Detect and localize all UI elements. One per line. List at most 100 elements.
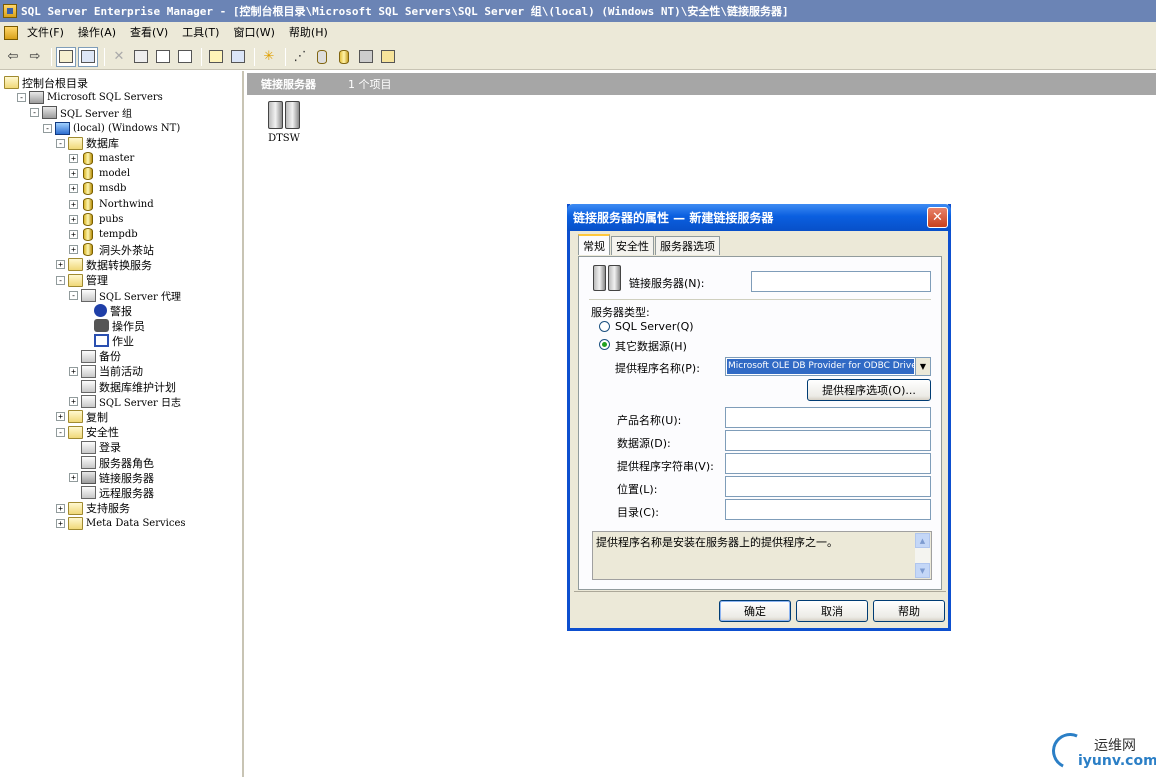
tree-item[interactable]: + 链接服务器 [69, 470, 154, 485]
tree-item[interactable]: + Northwind [69, 197, 154, 212]
expand-icon[interactable]: + [56, 518, 65, 528]
menu-view[interactable]: 查看(V) [123, 22, 175, 44]
tree-item[interactable]: - Microsoft SQL Servers [17, 90, 163, 105]
back-icon[interactable]: ⇦ [3, 47, 23, 67]
delete-icon[interactable]: ✕ [109, 47, 129, 67]
close-icon[interactable]: ✕ [927, 207, 948, 228]
tree-item[interactable]: - SQL Server 组 [30, 105, 132, 120]
help-icon[interactable] [206, 47, 226, 67]
expand-icon[interactable]: + [56, 412, 65, 422]
sql-server-radio[interactable] [599, 321, 610, 332]
collapse-icon[interactable]: - [56, 427, 65, 437]
wizard-icon[interactable]: ⋰ [290, 47, 310, 67]
tree-item-label: tempdb [99, 229, 138, 240]
show-tree-icon[interactable] [78, 46, 98, 67]
chevron-down-icon[interactable]: ▼ [915, 358, 930, 375]
tree-item[interactable]: + 数据转换服务 [56, 257, 152, 272]
tree-item[interactable]: + 复制 [56, 409, 108, 424]
menu-file[interactable]: 文件(F) [20, 22, 71, 44]
provider-string-input[interactable] [725, 453, 931, 474]
database-icon[interactable] [334, 47, 354, 67]
tree-item[interactable]: 操作员 [82, 318, 145, 333]
tab-general[interactable]: 常规 [578, 234, 610, 255]
other-datasource-radio[interactable] [599, 339, 610, 350]
product-name-input[interactable] [725, 407, 931, 428]
tab-security[interactable]: 安全性 [611, 236, 654, 255]
menu-help[interactable]: 帮助(H) [282, 22, 335, 44]
location-input[interactable] [725, 476, 931, 497]
help-button[interactable]: 帮助 [873, 600, 945, 622]
refresh-icon[interactable] [153, 47, 173, 67]
tree-item[interactable]: - (local) (Windows NT) [43, 121, 180, 136]
collapse-icon[interactable]: - [30, 108, 39, 118]
linked-server-item[interactable]: DTSW [262, 101, 306, 144]
cancel-button[interactable]: 取消 [796, 600, 868, 622]
tree-item[interactable]: + 当前活动 [69, 364, 143, 379]
tree-item[interactable]: 备份 [69, 349, 121, 364]
tree-item[interactable]: - 数据库 [56, 136, 119, 151]
catalog-input[interactable] [725, 499, 931, 520]
linked-server-input[interactable] [751, 271, 931, 292]
ok-button[interactable]: 确定 [719, 600, 791, 622]
expand-icon[interactable]: + [69, 184, 78, 194]
expand-icon[interactable]: + [56, 503, 65, 513]
tree-item[interactable]: 远程服务器 [69, 485, 154, 500]
tree-item[interactable]: 控制台根目录 [4, 75, 88, 90]
sql-server-radio-label[interactable]: SQL Server(Q) [615, 320, 694, 333]
tab-server-options[interactable]: 服务器选项 [655, 236, 720, 255]
collapse-icon[interactable]: - [69, 290, 78, 300]
tree-item[interactable]: - SQL Server 代理 [69, 288, 181, 303]
menu-tools[interactable]: 工具(T) [175, 22, 226, 44]
console-icon[interactable] [228, 47, 248, 67]
server-icon[interactable] [356, 47, 376, 67]
expand-icon[interactable]: + [69, 199, 78, 209]
expand-icon[interactable]: + [69, 366, 78, 376]
expand-icon[interactable]: + [69, 473, 78, 483]
expand-icon[interactable]: + [69, 230, 78, 239]
query-icon[interactable] [312, 47, 332, 67]
tree-item[interactable]: + master [69, 151, 134, 166]
tree-item[interactable]: + 支持服务 [56, 501, 130, 516]
tree-item[interactable]: + msdb [69, 181, 126, 196]
tree-item[interactable]: 警报 [82, 303, 132, 318]
description-scrollbar[interactable]: ▲ ▼ [915, 533, 930, 578]
collapse-icon[interactable]: - [56, 275, 65, 285]
expand-icon[interactable]: + [69, 154, 78, 163]
new-icon[interactable]: ✳ [259, 47, 279, 67]
dialog-title-bar[interactable]: 链接服务器的属性 — 新建链接服务器 ✕ [567, 204, 951, 231]
tree-item[interactable]: + tempdb [69, 227, 138, 242]
expand-icon[interactable]: + [69, 397, 78, 407]
collapse-icon[interactable]: - [43, 123, 52, 133]
provider-name-select[interactable]: Microsoft OLE DB Provider for ODBC Drive… [725, 357, 931, 376]
expand-icon[interactable]: + [69, 169, 78, 179]
expand-icon[interactable]: + [69, 214, 78, 224]
menu-action[interactable]: 操作(A) [71, 22, 123, 44]
scroll-down-icon[interactable]: ▼ [915, 563, 930, 578]
scroll-up-icon[interactable]: ▲ [915, 533, 930, 548]
data-source-input[interactable] [725, 430, 931, 451]
expand-icon[interactable]: + [56, 260, 65, 270]
console-menu-icon[interactable] [4, 26, 18, 40]
forward-icon[interactable]: ⇨ [25, 47, 45, 67]
tree-item[interactable]: - 管理 [56, 273, 108, 288]
tree-item[interactable]: + 洞头外茶站 [69, 242, 154, 257]
tree-item[interactable]: - 安全性 [56, 425, 119, 440]
tree-item[interactable]: 登录 [69, 440, 121, 455]
tree-item[interactable]: + Meta Data Services [56, 516, 186, 531]
properties-icon[interactable] [131, 47, 151, 67]
folder-open-icon[interactable] [378, 47, 398, 67]
tree-item[interactable]: 作业 [82, 333, 134, 348]
tree-item[interactable]: + model [69, 166, 130, 181]
up-folder-icon[interactable] [56, 46, 76, 67]
collapse-icon[interactable]: - [56, 138, 65, 148]
tree-item[interactable]: 服务器角色 [69, 455, 154, 470]
provider-options-button[interactable]: 提供程序选项(O)... [807, 379, 931, 401]
other-datasource-radio-label[interactable]: 其它数据源(H) [615, 338, 687, 354]
collapse-icon[interactable]: - [17, 93, 26, 103]
menu-window[interactable]: 窗口(W) [226, 22, 281, 44]
expand-icon[interactable]: + [69, 245, 78, 255]
tree-item[interactable]: 数据库维护计划 [69, 379, 176, 394]
export-icon[interactable] [175, 47, 195, 67]
tree-item[interactable]: + SQL Server 日志 [69, 394, 181, 409]
tree-item[interactable]: + pubs [69, 212, 123, 227]
